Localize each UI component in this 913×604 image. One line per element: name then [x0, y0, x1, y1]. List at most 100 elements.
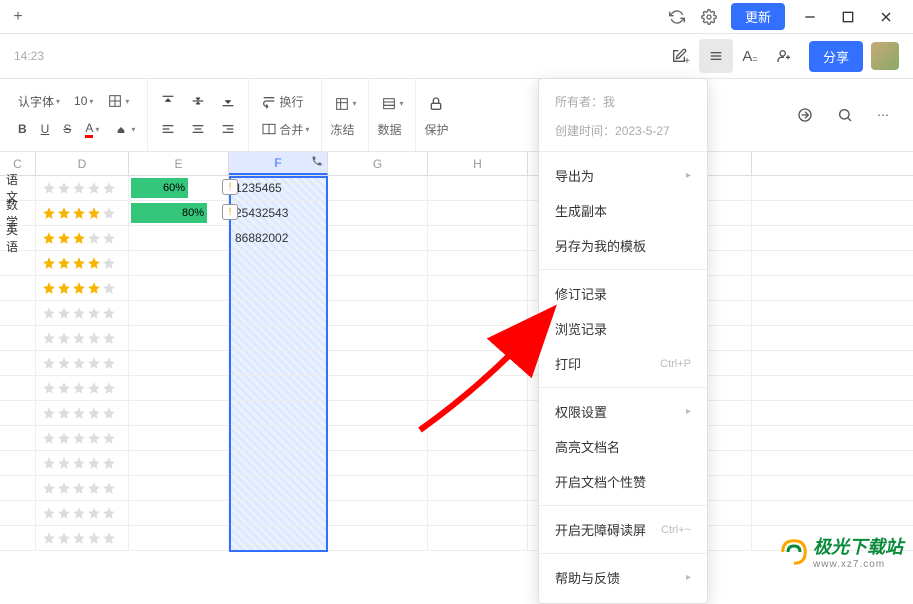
cell[interactable] [229, 526, 328, 550]
cell-stars[interactable] [36, 501, 129, 525]
cell-stars[interactable] [36, 426, 129, 450]
cell-progress[interactable] [129, 476, 229, 500]
menu-like[interactable]: 开启文档个性赞 [539, 464, 707, 499]
fill-color-button[interactable]: ▾ [109, 118, 139, 140]
cell[interactable] [328, 301, 428, 325]
cell[interactable] [428, 426, 528, 450]
table-row[interactable] [0, 301, 913, 326]
freeze-button[interactable]: ▾ [330, 93, 360, 115]
cell[interactable] [328, 326, 428, 350]
refresh-icon[interactable] [661, 1, 693, 33]
cell[interactable] [328, 526, 428, 550]
cell[interactable] [0, 476, 36, 500]
cell[interactable] [0, 401, 36, 425]
table-row[interactable] [0, 351, 913, 376]
cell[interactable] [428, 351, 528, 375]
cell[interactable] [0, 501, 36, 525]
col-header-g[interactable]: G [328, 152, 428, 175]
table-row[interactable]: 语文 60%! 1235465 [0, 176, 913, 201]
wrap-button[interactable]: 换行 [257, 90, 313, 112]
cell-progress[interactable] [129, 276, 229, 300]
cell[interactable] [328, 276, 428, 300]
cell[interactable]: 25432543 [229, 201, 328, 225]
cell[interactable] [428, 476, 528, 500]
cell[interactable] [229, 501, 328, 525]
cell[interactable] [328, 426, 428, 450]
data-button[interactable]: ▾ [377, 93, 407, 115]
cell[interactable] [428, 451, 528, 475]
cell[interactable] [229, 426, 328, 450]
cell[interactable] [229, 301, 328, 325]
cell[interactable] [428, 251, 528, 275]
cell[interactable] [0, 451, 36, 475]
table-row[interactable] [0, 276, 913, 301]
share-button[interactable]: 分享 [809, 41, 863, 72]
border-button[interactable]: ▾ [103, 90, 133, 112]
col-header-d[interactable]: D [36, 152, 129, 175]
cell-progress[interactable] [129, 501, 229, 525]
cell-progress[interactable] [129, 426, 229, 450]
cell[interactable] [229, 276, 328, 300]
minimize-button[interactable] [791, 1, 829, 33]
cell-progress[interactable]: 80%! [129, 201, 229, 225]
cell[interactable] [229, 451, 328, 475]
table-row[interactable] [0, 451, 913, 476]
cell[interactable] [328, 251, 428, 275]
cell[interactable] [328, 451, 428, 475]
table-row[interactable] [0, 401, 913, 426]
table-row[interactable] [0, 376, 913, 401]
cell[interactable] [328, 201, 428, 225]
table-row[interactable] [0, 501, 913, 526]
menu-print[interactable]: 打印Ctrl+P [539, 346, 707, 381]
underline-button[interactable]: U [37, 118, 54, 140]
cell-stars[interactable] [36, 326, 129, 350]
fontsize-select[interactable]: 10▾ [70, 90, 97, 112]
menu-history[interactable]: 修订记录 [539, 276, 707, 311]
align-right-button[interactable] [216, 118, 240, 140]
spreadsheet-grid[interactable]: C D E F G H J K 语文 60%! 1235465 数学 80%! … [0, 152, 913, 551]
align-center-button[interactable] [186, 118, 210, 140]
menu-accessibility[interactable]: 开启无障碍读屏Ctrl+~ [539, 512, 707, 547]
table-row[interactable]: 数学 80%! 25432543 [0, 201, 913, 226]
col-header-e[interactable]: E [129, 152, 229, 175]
cell-progress[interactable] [129, 226, 229, 250]
cell[interactable]: 英语 [0, 226, 36, 250]
cell-stars[interactable] [36, 351, 129, 375]
close-button[interactable] [867, 1, 905, 33]
menu-highlight[interactable]: 高亮文档名 [539, 429, 707, 464]
cell[interactable] [229, 476, 328, 500]
table-row[interactable] [0, 476, 913, 501]
cell[interactable] [0, 376, 36, 400]
search-icon[interactable] [833, 104, 857, 126]
cell-progress[interactable] [129, 301, 229, 325]
cell[interactable] [428, 226, 528, 250]
cell[interactable]: 1235465 [229, 176, 328, 200]
cell[interactable] [428, 376, 528, 400]
cell[interactable] [428, 326, 528, 350]
settings-icon[interactable] [693, 1, 725, 33]
text-color-button[interactable]: A▾ [81, 118, 103, 140]
table-row[interactable] [0, 326, 913, 351]
cell[interactable] [0, 301, 36, 325]
merge-button[interactable]: 合并▾ [257, 118, 313, 140]
cell[interactable] [328, 401, 428, 425]
cell-progress[interactable] [129, 251, 229, 275]
avatar[interactable] [871, 42, 899, 70]
edit-icon[interactable]: + [665, 39, 699, 73]
cell[interactable] [428, 501, 528, 525]
cell-stars[interactable] [36, 376, 129, 400]
cell-stars[interactable] [36, 476, 129, 500]
cell-stars[interactable] [36, 251, 129, 275]
cell[interactable] [0, 326, 36, 350]
cell[interactable] [229, 401, 328, 425]
cell-stars[interactable] [36, 276, 129, 300]
menu-save-template[interactable]: 另存为我的模板 [539, 228, 707, 263]
cell[interactable]: 86882002 [229, 226, 328, 250]
cell[interactable] [428, 276, 528, 300]
cell-progress[interactable] [129, 451, 229, 475]
cell-progress[interactable] [129, 326, 229, 350]
menu-browse[interactable]: 浏览记录 [539, 311, 707, 346]
export-icon[interactable] [793, 104, 817, 126]
cell[interactable] [229, 251, 328, 275]
valign-mid-button[interactable] [186, 90, 210, 112]
